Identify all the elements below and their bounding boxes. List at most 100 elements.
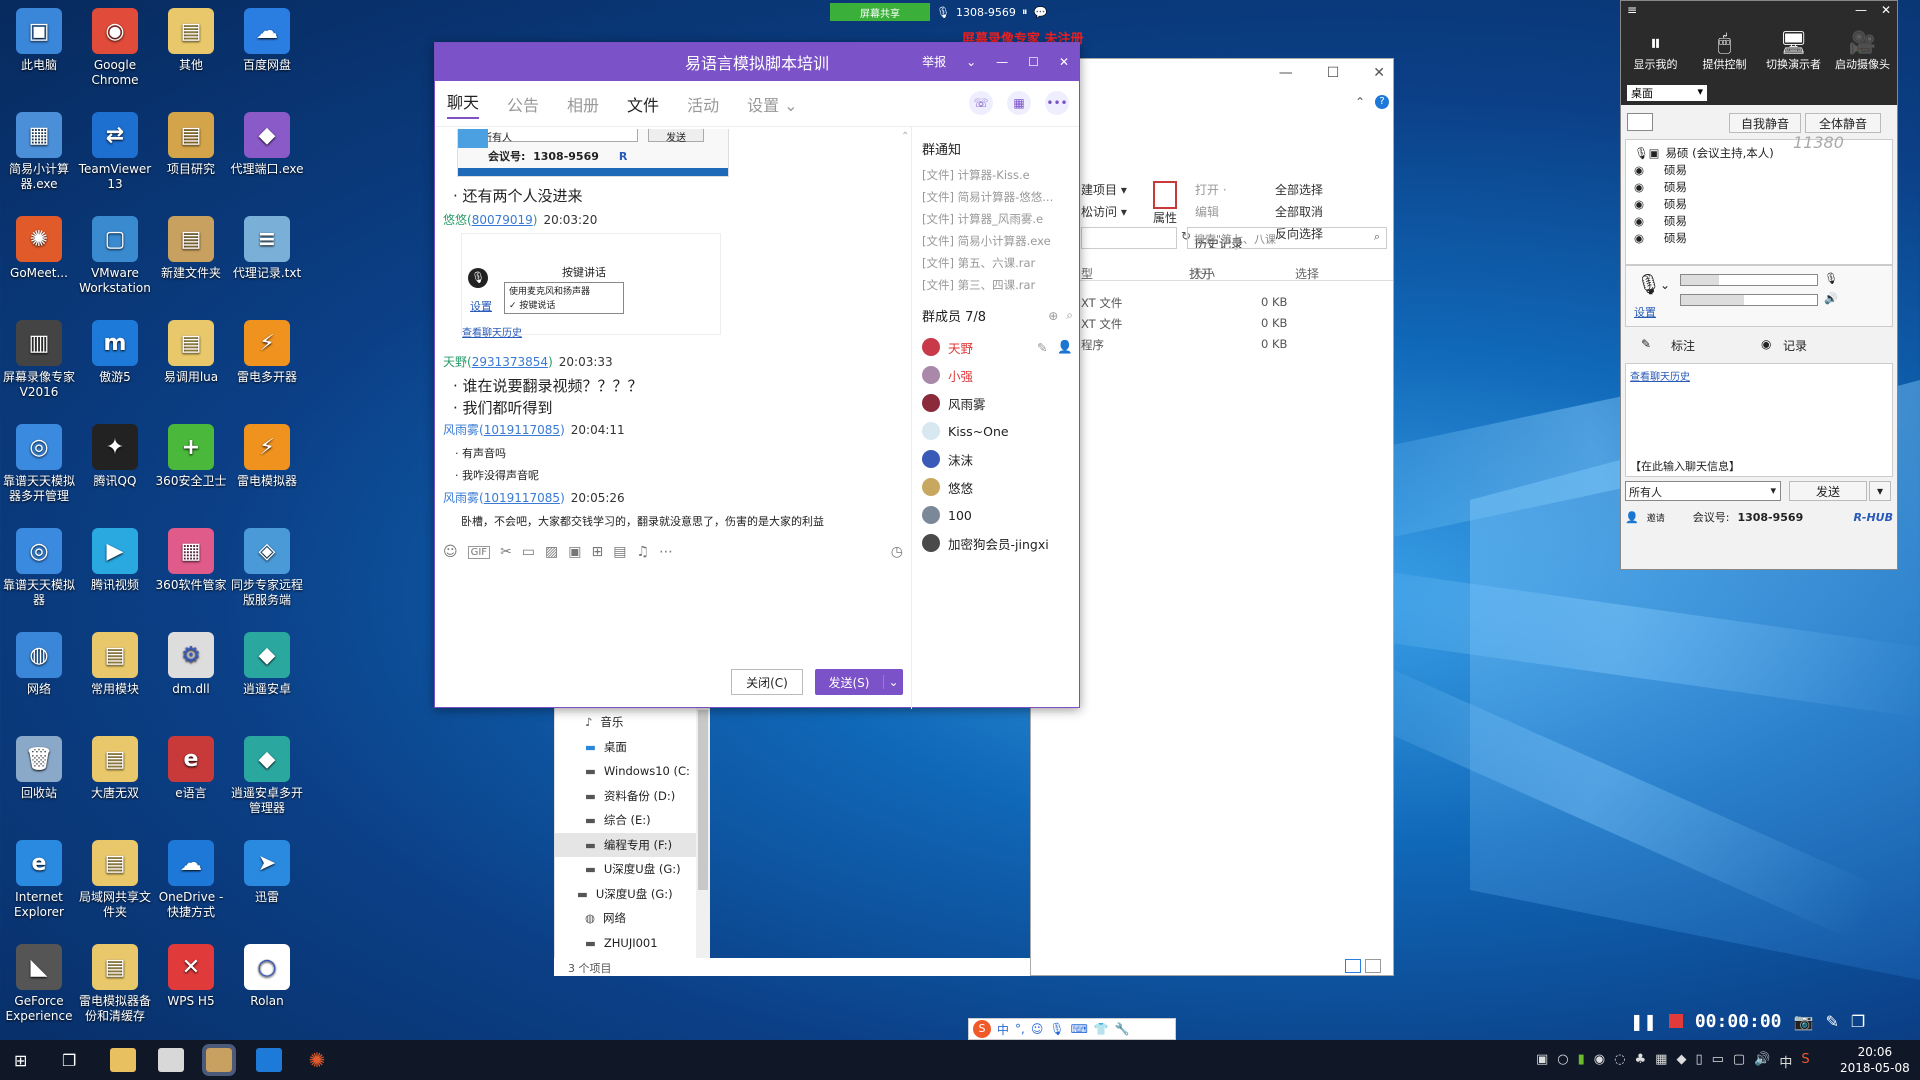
desktop-icon[interactable]: ▤ 大唐无双 bbox=[76, 736, 154, 801]
participant-mic-icon[interactable]: 🎙▣ bbox=[1634, 146, 1659, 160]
pause-recording-icon[interactable]: ❚❚ bbox=[1630, 1012, 1657, 1031]
meeting-tool-button[interactable]: 🖥 切换演示者 bbox=[1764, 31, 1824, 72]
select-none-button[interactable]: 全部取消 bbox=[1275, 203, 1323, 220]
tray-icon[interactable]: ♣ bbox=[1634, 1052, 1646, 1071]
desktop-select[interactable]: 桌面 ▾ bbox=[1627, 85, 1707, 101]
tray-icon[interactable]: ▦ bbox=[1655, 1052, 1667, 1071]
participant-mic-icon[interactable]: ◉ bbox=[1634, 163, 1644, 177]
message-scroll-arrow[interactable]: ⌃ bbox=[901, 131, 909, 142]
scrollbar-thumb[interactable] bbox=[698, 710, 708, 890]
image-icon[interactable]: ▨ bbox=[545, 544, 558, 560]
column-type-header[interactable]: 型 bbox=[1081, 265, 1093, 282]
desktop-icon[interactable]: ☁ 百度网盘 bbox=[228, 8, 306, 73]
help-icon[interactable]: ? bbox=[1375, 95, 1389, 109]
meeting-tool-button[interactable]: ⏸ 显示我的 bbox=[1626, 31, 1686, 72]
tab-settings[interactable]: 设置 ⌄ bbox=[747, 92, 798, 116]
nav-item[interactable]: ▬ 综合 (E:) bbox=[555, 808, 710, 833]
desktop-icon[interactable]: ✕ WPS H5 bbox=[152, 944, 230, 1009]
bell-icon[interactable]: ♫ bbox=[636, 544, 649, 560]
skin-icon[interactable]: 👕 bbox=[1094, 1022, 1109, 1036]
participant-item[interactable]: ◉ 硕易 bbox=[1634, 195, 1884, 212]
chat-bubble-icon[interactable]: 💬 bbox=[1033, 6, 1047, 19]
invite-icon[interactable]: ⊕ bbox=[1048, 309, 1058, 323]
desktop-icon[interactable]: ○ Rolan bbox=[228, 944, 306, 1009]
desktop-icon[interactable]: ◆ 逍遥安卓 bbox=[228, 632, 306, 697]
mic-dropdown-chevron-icon[interactable]: ⌄ bbox=[1660, 278, 1670, 292]
tray-circle-icon[interactable]: ○ bbox=[1557, 1052, 1568, 1071]
nav-item[interactable]: ▬ Windows10 (C: bbox=[555, 759, 710, 784]
desktop-icon[interactable]: ⚡ 雷电多开器 bbox=[228, 320, 306, 385]
more-tools-icon[interactable]: ⋯ bbox=[659, 544, 673, 560]
invite-user-icon[interactable]: 👤 bbox=[1625, 511, 1639, 524]
notice-item[interactable]: [文件] 第五、六课.rar bbox=[922, 252, 1081, 274]
gomeet-taskbar-icon[interactable]: ✺ bbox=[304, 1048, 330, 1072]
edit-button[interactable]: 编辑 bbox=[1195, 203, 1219, 220]
participant-item[interactable]: 🎙▣ 易硕 (会议主持,本人) bbox=[1634, 144, 1884, 161]
participant-mic-icon[interactable]: ◉ bbox=[1634, 231, 1644, 245]
nav-item[interactable]: ▬ ZHUJI001 bbox=[555, 931, 710, 956]
desktop-icon[interactable]: ▢ VMware Workstation bbox=[76, 216, 154, 296]
member-item[interactable]: 小强 bbox=[922, 361, 1081, 389]
edit-icon[interactable]: ✎ bbox=[1037, 340, 1047, 355]
properties-button[interactable]: 属性 bbox=[1153, 181, 1177, 226]
record-label[interactable]: 记录 bbox=[1783, 337, 1807, 354]
chat-history-link[interactable]: 查看聊天历史 bbox=[1630, 368, 1690, 383]
nav-item[interactable]: ▬ 资料备份 (D:) bbox=[555, 784, 710, 809]
member-item[interactable]: 100 bbox=[922, 501, 1081, 529]
details-view-icon[interactable] bbox=[1345, 959, 1361, 973]
desktop-icon[interactable]: ◣ GeForce Experience bbox=[0, 944, 78, 1024]
nav-item[interactable]: ♪ 音乐 bbox=[555, 710, 710, 735]
chevron-down-icon[interactable]: ⌄ bbox=[966, 55, 976, 69]
desktop-icon[interactable]: e Internet Explorer bbox=[0, 840, 78, 920]
emoji-icon[interactable]: ☺ bbox=[443, 544, 458, 560]
desktop-icon[interactable]: ◎ 靠谱天天模拟器 bbox=[0, 528, 78, 608]
close-button[interactable]: 关闭(C) bbox=[731, 669, 803, 695]
sender-id-link[interactable]: 1019117085 bbox=[484, 491, 560, 505]
doc-icon[interactable]: ▤ bbox=[613, 544, 626, 560]
taskbar-lang[interactable]: 中 bbox=[1779, 1052, 1792, 1071]
embedded-share-image[interactable]: 所有人 发送 会议号: 1308-9569 R bbox=[457, 129, 729, 177]
table-row[interactable]: XT 文件 0 KB bbox=[1081, 316, 1381, 337]
notice-item[interactable]: [文件] 计算器-Kiss.e bbox=[922, 164, 1081, 186]
desktop-icon[interactable]: ▤ 雷电模拟器备份和清缓存 bbox=[76, 944, 154, 1024]
more-icon[interactable]: ••• bbox=[1045, 91, 1069, 115]
tray-nvidia-icon[interactable]: ▮ bbox=[1578, 1052, 1585, 1071]
minimize-icon[interactable]: — bbox=[1279, 65, 1293, 81]
audio-settings-link[interactable]: 设置 bbox=[1634, 304, 1656, 320]
close-icon[interactable]: ✕ bbox=[1373, 65, 1385, 81]
task-view-icon[interactable]: ❐ bbox=[62, 1051, 76, 1070]
close-icon[interactable]: ✕ bbox=[1059, 55, 1069, 69]
send-button[interactable]: 发送(S) bbox=[815, 674, 883, 691]
tray-icon[interactable]: ▯ bbox=[1695, 1052, 1702, 1071]
phone-icon[interactable]: ☏ bbox=[969, 91, 993, 115]
notice-item[interactable]: [文件] 第三、四课.rar bbox=[922, 274, 1081, 296]
maximize-icon[interactable]: ☐ bbox=[1028, 55, 1039, 69]
mute-all-button[interactable]: 全体静音 bbox=[1805, 113, 1881, 133]
tools-icon[interactable]: 🔧 bbox=[1115, 1022, 1130, 1036]
desktop-icon[interactable]: ⚡ 雷电模拟器 bbox=[228, 424, 306, 489]
member-item[interactable]: 天野 ✎ 👤 bbox=[922, 333, 1081, 361]
send-options-chevron-icon[interactable]: ⌄ bbox=[883, 675, 903, 689]
screenshot-icon[interactable]: ✂ bbox=[500, 544, 512, 560]
audience-select[interactable]: 所有人 ▾ bbox=[1625, 481, 1781, 501]
nav-item[interactable]: ▬ 编程专用 (F:) bbox=[555, 832, 710, 857]
tray-icon[interactable]: ◌ bbox=[1614, 1052, 1625, 1071]
desktop-icon[interactable]: ▤ 常用模块 bbox=[76, 632, 154, 697]
window-icon[interactable]: ❐ bbox=[1851, 1012, 1865, 1031]
new-item-button[interactable]: 建项目 ▾ bbox=[1081, 181, 1127, 198]
desktop-icon[interactable]: ▤ 其他 bbox=[152, 8, 230, 73]
desktop-icon[interactable]: ✺ GoMeet... bbox=[0, 216, 78, 281]
sender-id-link[interactable]: 80079019 bbox=[472, 213, 533, 227]
notice-item[interactable]: [文件] 计算器_风雨雾.e bbox=[922, 208, 1081, 230]
easy-access-button[interactable]: 松访问 ▾ bbox=[1081, 203, 1127, 220]
microphone-icon[interactable]: 🎙 bbox=[936, 6, 950, 19]
screen-share-badge[interactable]: 屏幕共享 bbox=[830, 3, 930, 21]
send-button[interactable]: 发送 bbox=[1789, 481, 1867, 501]
meeting-tool-button[interactable]: 🖱 提供控制 bbox=[1695, 31, 1755, 72]
tab-activity[interactable]: 活动 bbox=[687, 92, 719, 116]
record-icon[interactable]: ◉ bbox=[1761, 337, 1771, 351]
embedded-mic-image[interactable]: 按键讲话 🎙 使用麦克风和扬声器 ✓ 按键说话 设置 查看聊天历史 bbox=[461, 233, 721, 339]
pen-icon[interactable]: ✎ bbox=[1825, 1012, 1838, 1031]
desktop-icon[interactable]: m 傲游5 bbox=[76, 320, 154, 385]
meeting-tool-button[interactable]: 🎥 启动摄像头 bbox=[1833, 31, 1893, 72]
